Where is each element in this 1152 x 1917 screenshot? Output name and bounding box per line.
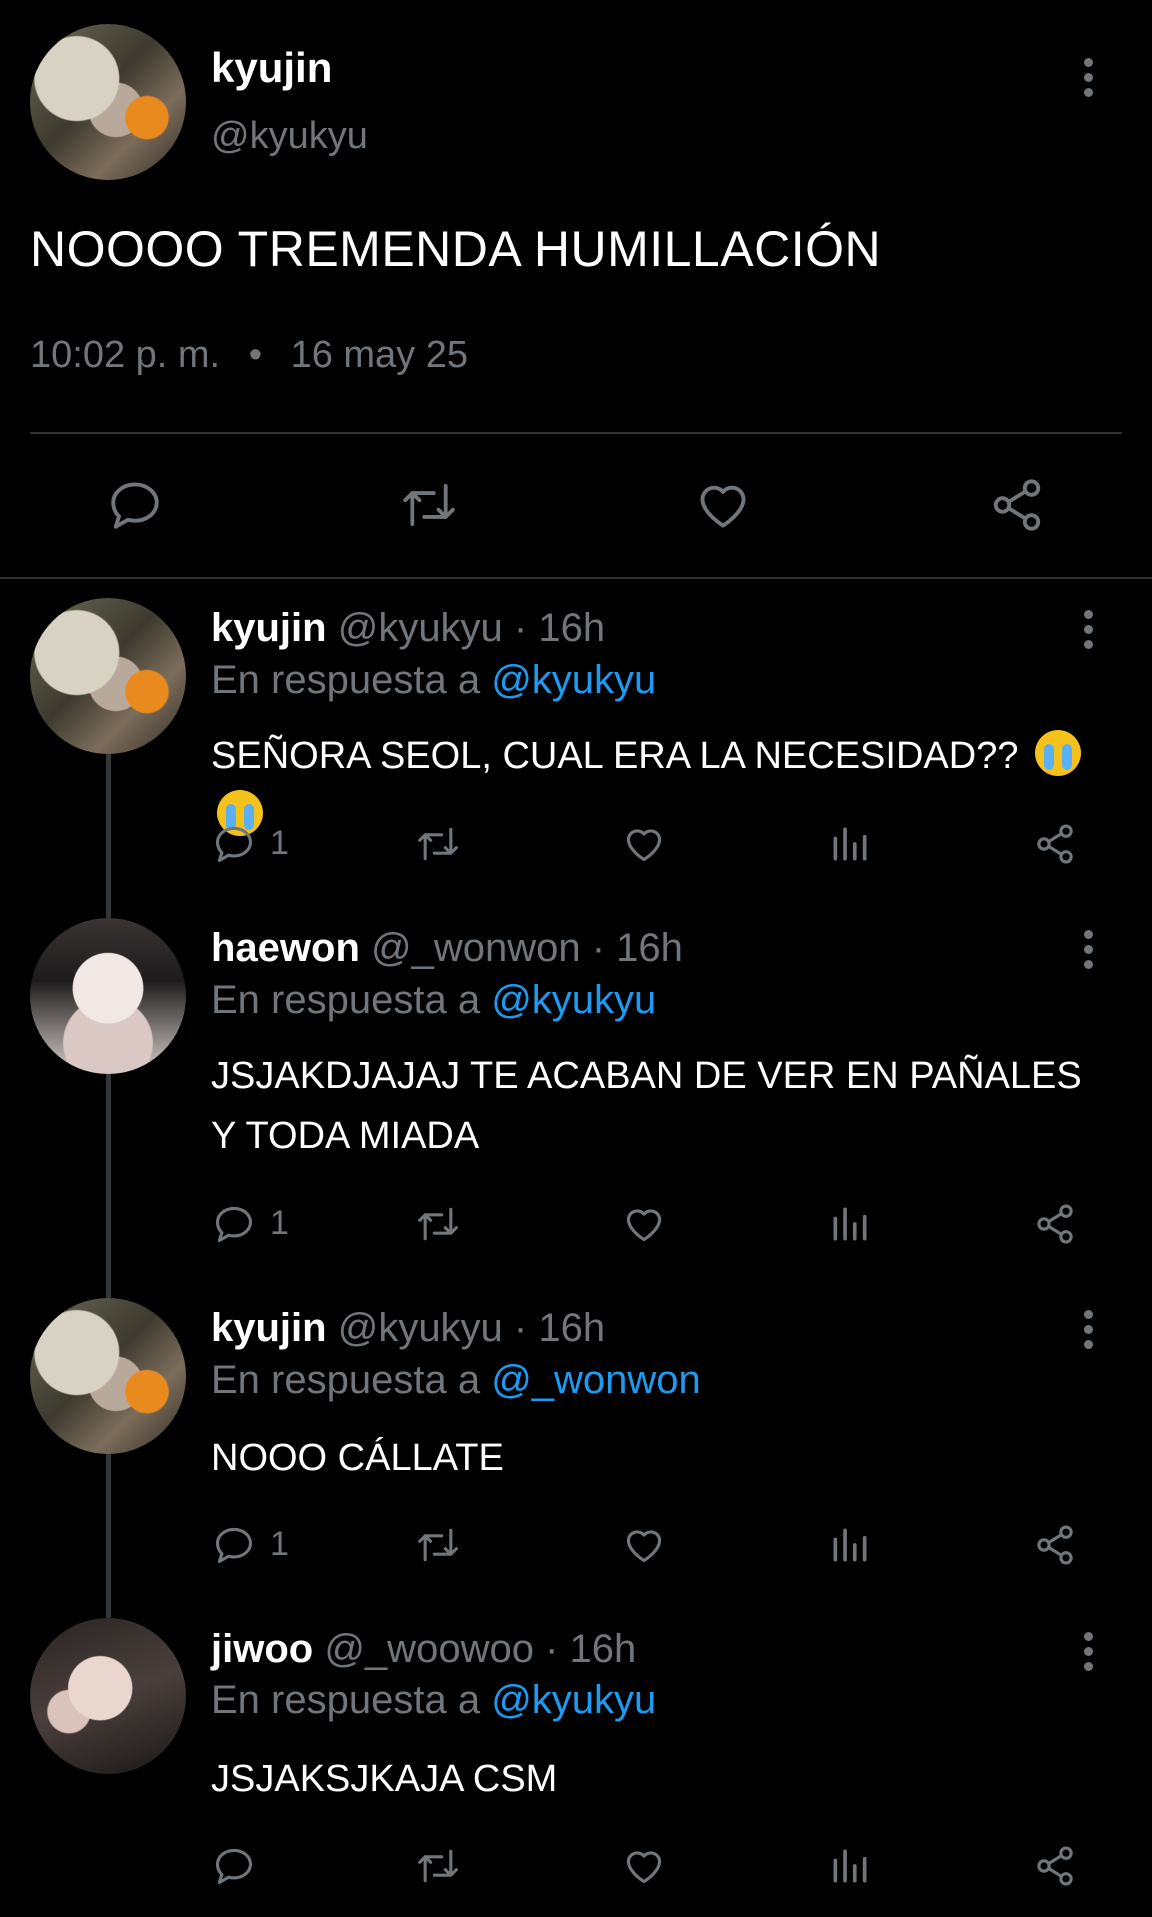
avatar[interactable] xyxy=(30,1618,186,1774)
tweet-text: NOOOO TREMENDA HUMILLACIÓN xyxy=(30,221,882,277)
tweet-date: 16 may 25 xyxy=(290,334,469,376)
like-icon[interactable] xyxy=(622,1202,666,1246)
like-icon[interactable] xyxy=(622,1844,666,1888)
reply-header: kyujin @kyukyu · 16h xyxy=(211,606,605,651)
mention-link[interactable]: @kyukyu xyxy=(491,978,656,1022)
author-name[interactable]: kyujin xyxy=(211,606,327,650)
reply-count: 1 xyxy=(270,1525,289,1563)
reply-prefix: En respuesta a xyxy=(211,658,492,702)
share-icon[interactable] xyxy=(1033,822,1077,866)
avatar[interactable] xyxy=(30,24,186,180)
mention-link[interactable]: @kyukyu xyxy=(491,658,656,702)
reply-context: En respuesta a @kyukyu xyxy=(211,978,656,1023)
reply-count: 1 xyxy=(270,1204,289,1242)
reply-header: jiwoo @_woowoo · 16h xyxy=(211,1627,636,1672)
divider xyxy=(30,432,1122,434)
thread-line xyxy=(106,1072,111,1298)
share-icon[interactable] xyxy=(988,476,1046,534)
reply-text: JSJAKDJAJAJ TE ACABAN DE VER EN PAÑALES … xyxy=(211,1055,1082,1157)
reply-header: haewon @_wonwon · 16h xyxy=(211,926,683,971)
views-icon[interactable] xyxy=(828,822,872,866)
share-icon[interactable] xyxy=(1033,1202,1077,1246)
reply-prefix: En respuesta a xyxy=(211,1358,492,1402)
reply-icon[interactable] xyxy=(212,1523,256,1567)
author-handle-time: @kyukyu · 16h xyxy=(326,606,606,650)
loudly-crying-emoji-icon xyxy=(1035,730,1082,776)
more-options-icon[interactable] xyxy=(1080,1310,1096,1355)
reply-prefix: En respuesta a xyxy=(211,1678,492,1722)
like-icon[interactable] xyxy=(622,822,666,866)
thread-line xyxy=(106,752,111,918)
more-options-icon[interactable] xyxy=(1080,58,1096,103)
thread-line xyxy=(106,1452,111,1618)
meta-separator: • xyxy=(248,334,262,376)
author-handle[interactable]: @kyukyu xyxy=(211,115,368,158)
avatar[interactable] xyxy=(30,598,186,754)
retweet-icon[interactable] xyxy=(414,822,462,866)
retweet-icon[interactable] xyxy=(414,1523,462,1567)
author-handle-time: @kyukyu · 16h xyxy=(326,1306,606,1350)
tweet-time: 10:02 p. m. xyxy=(30,334,221,376)
author-handle-time: @_wonwon · 16h xyxy=(359,926,683,970)
share-icon[interactable] xyxy=(1033,1523,1077,1567)
retweet-icon[interactable] xyxy=(414,1844,462,1888)
author-name[interactable]: jiwoo xyxy=(211,1627,313,1671)
reply-context: En respuesta a @kyukyu xyxy=(211,1678,656,1723)
reply-context: En respuesta a @kyukyu xyxy=(211,658,656,703)
divider xyxy=(0,577,1152,579)
avatar[interactable] xyxy=(30,918,186,1074)
retweet-icon[interactable] xyxy=(398,476,460,534)
like-icon[interactable] xyxy=(622,1523,666,1567)
views-icon[interactable] xyxy=(828,1523,872,1567)
reply-icon[interactable] xyxy=(212,1844,256,1888)
author-name[interactable]: kyujin xyxy=(211,44,332,92)
avatar[interactable] xyxy=(30,1298,186,1454)
share-icon[interactable] xyxy=(1033,1844,1077,1888)
retweet-icon[interactable] xyxy=(414,1202,462,1246)
reply-body: SEÑORA SEOL, CUAL ERA LA NECESIDAD?? xyxy=(211,735,1030,777)
reply-text: NOOO CÁLLATE xyxy=(211,1437,504,1479)
author-name[interactable]: kyujin xyxy=(211,1306,327,1350)
reply-prefix: En respuesta a xyxy=(211,978,492,1022)
author-name[interactable]: haewon xyxy=(211,926,360,970)
more-options-icon[interactable] xyxy=(1080,1632,1096,1677)
tweet-timestamp: 10:02 p. m. • 16 may 25 xyxy=(30,334,468,377)
views-icon[interactable] xyxy=(828,1202,872,1246)
views-icon[interactable] xyxy=(828,1844,872,1888)
reply-context: En respuesta a @_wonwon xyxy=(211,1358,701,1403)
reply-icon[interactable] xyxy=(212,1202,256,1246)
reply-header: kyujin @kyukyu · 16h xyxy=(211,1306,605,1351)
reply-icon[interactable] xyxy=(212,822,256,866)
more-options-icon[interactable] xyxy=(1080,610,1096,655)
reply-icon[interactable] xyxy=(106,476,164,534)
reply-count: 1 xyxy=(270,824,289,862)
like-icon[interactable] xyxy=(694,476,752,534)
author-handle-time: @_woowoo · 16h xyxy=(313,1627,637,1671)
more-options-icon[interactable] xyxy=(1080,930,1096,975)
mention-link[interactable]: @_wonwon xyxy=(491,1358,701,1402)
mention-link[interactable]: @kyukyu xyxy=(491,1678,656,1722)
reply-text: JSJAKSJKAJA CSM xyxy=(211,1758,558,1800)
